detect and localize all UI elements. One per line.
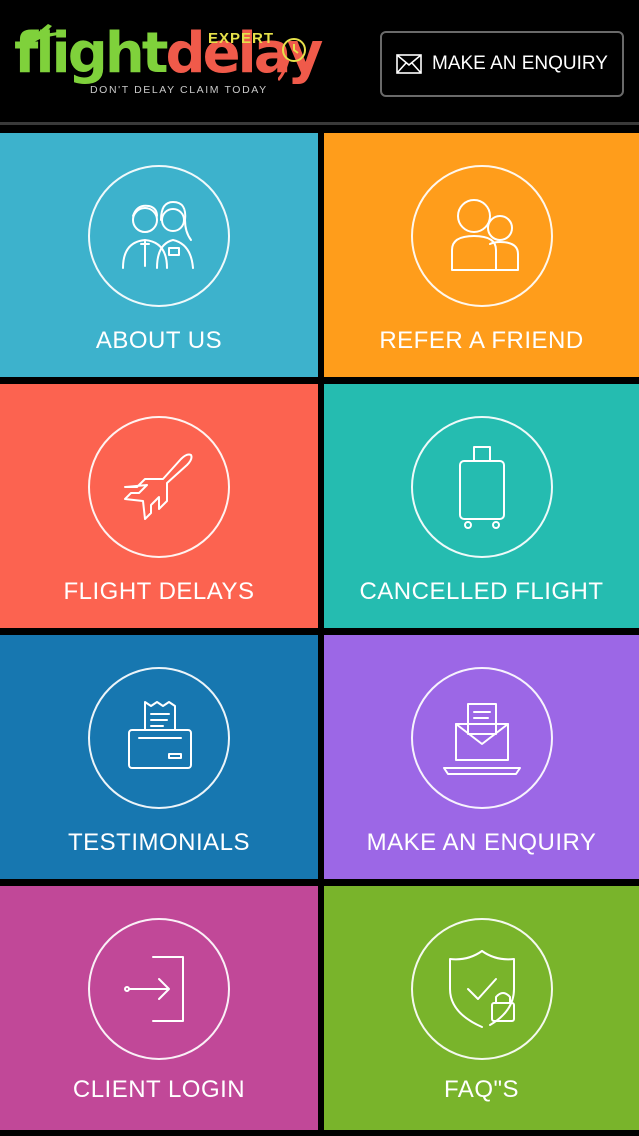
tile-label: FLIGHT DELAYS <box>63 578 255 605</box>
tile-label: REFER A FRIEND <box>379 327 584 354</box>
make-enquiry-button-label: MAKE AN ENQUIRY <box>432 53 608 74</box>
app-header: flightdelay EXPERT DON'T DELAY CLAIM TOD… <box>0 0 639 124</box>
flightdelay-expert-logo[interactable]: flightdelay EXPERT DON'T DELAY CLAIM TOD… <box>12 14 323 104</box>
printer-icon <box>128 701 192 769</box>
tile-flight-delays[interactable]: FLIGHT DELAYS <box>0 384 318 628</box>
tile-about-us[interactable]: ABOUT US <box>0 133 318 377</box>
tile-label: CANCELLED FLIGHT <box>359 578 604 605</box>
logo-wordmark: flightdelay <box>14 21 323 86</box>
tile-label: FAQ"S <box>443 1076 520 1103</box>
mail-laptop-icon <box>442 703 521 775</box>
logo-tagline: DON'T DELAY CLAIM TODAY <box>90 84 268 96</box>
tile-label: MAKE AN ENQUIRY <box>366 829 597 856</box>
make-enquiry-button[interactable]: MAKE AN ENQUIRY <box>380 31 624 97</box>
tile-label: TESTIMONIALS <box>67 829 251 856</box>
tile-testimonials[interactable]: TESTIMONIALS <box>0 635 318 879</box>
envelope-icon <box>396 54 422 74</box>
tile-icon-ring <box>410 416 553 558</box>
tile-label: ABOUT US <box>95 327 223 354</box>
users-icon <box>450 199 519 271</box>
tile-icon-ring <box>88 165 230 307</box>
tile-make-an-enquiry[interactable]: MAKE AN ENQUIRY <box>324 635 639 879</box>
airplane-icon <box>124 453 193 520</box>
tile-refer-a-friend[interactable]: REFER A FRIEND <box>324 133 639 377</box>
suitcase-icon <box>458 446 505 529</box>
tile-icon-ring <box>410 667 553 809</box>
logo-clock-icon <box>278 38 306 82</box>
tile-icon-ring <box>88 667 230 809</box>
tile-client-login[interactable]: CLIENT LOGIN <box>0 886 318 1130</box>
logo-word-flight: flight <box>14 21 168 86</box>
tile-icon-ring <box>410 918 553 1060</box>
login-icon <box>124 956 184 1022</box>
header-divider <box>0 122 639 125</box>
people-icon <box>122 201 194 269</box>
shield-lock-icon <box>448 950 515 1028</box>
tile-cancelled-flight[interactable]: CANCELLED FLIGHT <box>324 384 639 628</box>
tile-faqs[interactable]: FAQ"S <box>324 886 639 1130</box>
logo-expert-badge: EXPERT <box>208 30 275 47</box>
tile-label: CLIENT LOGIN <box>72 1076 246 1103</box>
tile-icon-ring <box>410 165 553 307</box>
tile-icon-ring <box>88 416 230 558</box>
tile-icon-ring <box>88 918 230 1060</box>
